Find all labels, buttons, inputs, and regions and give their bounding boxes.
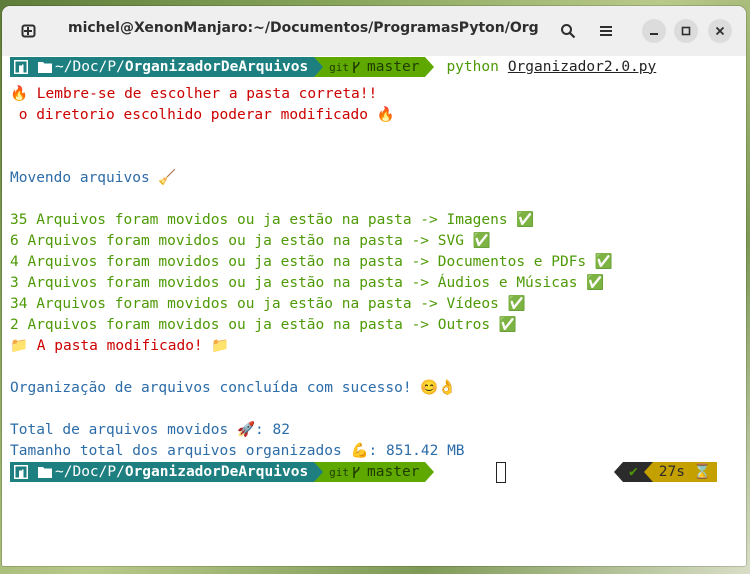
search-icon	[561, 24, 576, 39]
new-tab-button[interactable]	[20, 22, 38, 40]
maximize-icon	[681, 26, 691, 36]
command-argument: Organizador2.0.py	[507, 58, 657, 75]
moved-line: 34 Arquivos foram movidos ou ja estão na…	[10, 296, 526, 312]
minimize-button[interactable]	[642, 19, 666, 43]
manjaro-icon	[14, 60, 28, 74]
segment-separator	[614, 462, 623, 482]
path-segment: ~/Doc/P/OrganizadorDeArquivos	[32, 57, 315, 77]
branch-name: master	[367, 463, 420, 480]
git-label: git	[329, 60, 350, 74]
manjaro-segment	[10, 462, 32, 482]
git-segment: git master	[323, 462, 426, 482]
folder-modified-line: 📁 A pasta modificado! 📁	[10, 338, 230, 354]
status-ok-segment: ✔	[623, 462, 644, 482]
window-title: michel@XenonManjaro:~/Documentos/Program…	[68, 20, 538, 36]
moved-line: 6 Arquivos foram movidos ou ja estão na …	[10, 233, 491, 249]
check-icon: ✔	[629, 463, 638, 480]
branch-icon	[353, 61, 360, 73]
minimize-icon	[650, 33, 658, 35]
git-label: git	[329, 465, 350, 479]
moved-line: 35 Arquivos foram movidos ou ja estão na…	[10, 212, 535, 228]
title-bar: michel@XenonManjaro:~/Documentos/Program…	[2, 6, 746, 57]
new-tab-icon	[21, 24, 36, 38]
segment-separator	[425, 462, 435, 482]
branch-name: master	[367, 58, 420, 75]
path-prefix: ~/Doc/P/	[55, 58, 125, 75]
moved-line: 2 Arquivos foram movidos ou ja estão na …	[10, 317, 517, 333]
terminal-output[interactable]: ~/Doc/P/OrganizadorDeArquivos git master…	[2, 56, 746, 566]
branch-icon	[353, 466, 360, 478]
total-line: Total de arquivos movidos 🚀: 82	[10, 422, 290, 438]
prompt-line: ~/Doc/P/OrganizadorDeArquivos git master	[10, 462, 435, 482]
status-line: Movendo arquivos 🧹	[10, 170, 177, 186]
git-segment: git master	[323, 57, 426, 77]
warning-line: o diretorio escolhido poderar modificado…	[10, 107, 395, 123]
path-dir: OrganizadorDeArquivos	[124, 463, 309, 480]
duration-segment: 27s ⌛	[652, 462, 717, 482]
segment-separator	[643, 462, 653, 482]
menu-icon	[600, 26, 612, 36]
menu-button[interactable]	[594, 19, 618, 43]
right-prompt: ✔ 27s ⌛	[614, 462, 717, 482]
command-name: python	[446, 58, 499, 75]
terminal-window: michel@XenonManjaro:~/Documentos/Program…	[2, 6, 746, 566]
path-segment: ~/Doc/P/OrganizadorDeArquivos	[32, 462, 315, 482]
warning-line: 🔥 Lembre-se de escolher a pasta correta!…	[10, 86, 378, 102]
manjaro-icon	[14, 465, 28, 479]
segment-separator	[425, 57, 435, 77]
duration-text: 27s	[658, 463, 685, 480]
path-dir: OrganizadorDeArquivos	[124, 58, 309, 75]
close-button[interactable]	[708, 19, 732, 43]
manjaro-segment	[10, 57, 32, 77]
prompt-line: ~/Doc/P/OrganizadorDeArquivos git master…	[10, 57, 656, 77]
close-icon	[715, 26, 725, 36]
segment-separator	[314, 462, 324, 482]
size-line: Tamanho total dos arquivos organizados 💪…	[10, 443, 465, 459]
segment-separator	[314, 57, 324, 77]
hourglass-icon: ⌛	[692, 463, 711, 480]
folder-icon	[38, 467, 52, 478]
done-line: Organização de arquivos concluída com su…	[10, 380, 457, 396]
text-cursor	[496, 462, 506, 483]
maximize-button[interactable]	[674, 19, 698, 43]
folder-icon	[38, 62, 52, 73]
moved-line: 3 Arquivos foram movidos ou ja estão na …	[10, 275, 605, 291]
path-prefix: ~/Doc/P/	[55, 463, 125, 480]
search-button[interactable]	[556, 19, 580, 43]
moved-line: 4 Arquivos foram movidos ou ja estão na …	[10, 254, 613, 270]
